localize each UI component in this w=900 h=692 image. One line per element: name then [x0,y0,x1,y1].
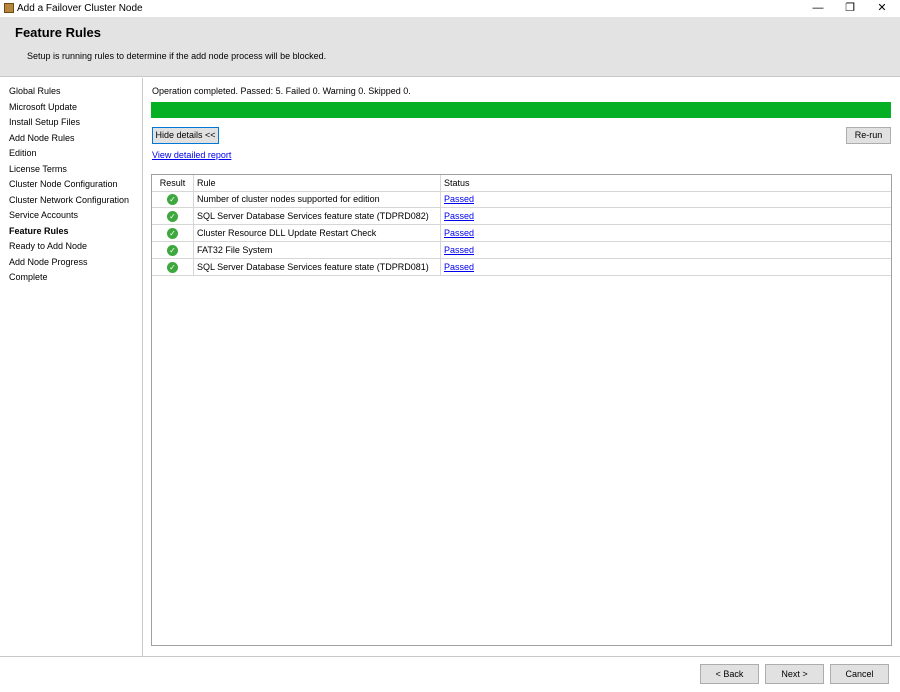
minimize-button[interactable]: — [803,0,833,17]
nav-item-install-setup-files[interactable]: Install Setup Files [9,117,80,127]
nav-item-cluster-node-configuration[interactable]: Cluster Node Configuration [9,179,118,189]
operation-status: Operation completed. Passed: 5. Failed 0… [152,86,411,96]
result-cell: ✓ [152,259,194,276]
status-cell: Passed [441,242,891,259]
status-link[interactable]: Passed [444,211,474,221]
result-cell: ✓ [152,191,194,208]
nav-item-service-accounts[interactable]: Service Accounts [9,210,78,220]
wizard-steps-nav: Global Rules Microsoft Update Install Setu… [0,78,143,656]
title-bar: Add a Failover Cluster Node — ❐ ✕ [0,0,900,17]
status-cell: Passed [441,191,891,208]
footer-divider [0,656,900,657]
table-row[interactable]: ✓ Number of cluster nodes supported for … [152,191,891,208]
nav-item-cluster-network-configuration[interactable]: Cluster Network Configuration [9,195,129,205]
app-icon [4,3,14,13]
next-button[interactable]: Next > [765,664,824,684]
status-link[interactable]: Passed [444,262,474,272]
check-circle-icon: ✓ [167,245,178,256]
table-row[interactable]: ✓ SQL Server Database Services feature s… [152,208,891,225]
view-detailed-report-link[interactable]: View detailed report [152,150,231,160]
check-circle-icon: ✓ [167,262,178,273]
progress-fill [151,102,891,118]
nav-item-complete[interactable]: Complete [9,272,48,282]
status-cell: Passed [441,208,891,225]
page-subtitle: Setup is running rules to determine if t… [27,51,327,61]
nav-item-add-node-rules[interactable]: Add Node Rules [9,133,75,143]
status-cell: Passed [441,259,891,276]
table-row[interactable]: ✓ SQL Server Database Services feature s… [152,259,891,276]
check-circle-icon: ✓ [167,211,178,222]
column-header-status[interactable]: Status [441,175,891,192]
status-link[interactable]: Passed [444,194,474,204]
rule-cell: SQL Server Database Services feature sta… [194,259,441,276]
nav-item-add-node-progress[interactable]: Add Node Progress [9,257,88,267]
page-title: Feature Rules [15,25,101,40]
rerun-button[interactable]: Re-run [846,127,891,144]
result-cell: ✓ [152,242,194,259]
rule-cell: Number of cluster nodes supported for ed… [194,191,441,208]
restore-button[interactable]: ❐ [835,0,865,17]
result-cell: ✓ [152,225,194,242]
window-title: Add a Failover Cluster Node [17,3,143,14]
nav-item-license-terms[interactable]: License Terms [9,164,67,174]
page-header: Feature Rules Setup is running rules to … [0,17,900,77]
status-link[interactable]: Passed [444,245,474,255]
nav-item-microsoft-update[interactable]: Microsoft Update [9,102,77,112]
table-row[interactable]: ✓ Cluster Resource DLL Update Restart Ch… [152,225,891,242]
table-header: Result Rule Status [152,175,891,192]
rule-cell: SQL Server Database Services feature sta… [194,208,441,225]
nav-item-feature-rules[interactable]: Feature Rules [9,226,69,236]
check-circle-icon: ✓ [167,194,178,205]
rules-table: Result Rule Status ✓ Number of cluster n… [151,174,892,646]
rule-cell: FAT32 File System [194,242,441,259]
check-circle-icon: ✓ [167,228,178,239]
nav-item-ready-to-add-node[interactable]: Ready to Add Node [9,241,87,251]
status-link[interactable]: Passed [444,228,474,238]
column-header-result[interactable]: Result [152,175,194,192]
nav-item-global-rules[interactable]: Global Rules [9,86,61,96]
status-cell: Passed [441,225,891,242]
result-cell: ✓ [152,208,194,225]
table-row[interactable]: ✓ FAT32 File System Passed [152,242,891,259]
close-button[interactable]: ✕ [867,0,897,17]
rule-cell: Cluster Resource DLL Update Restart Chec… [194,225,441,242]
nav-item-edition[interactable]: Edition [9,148,37,158]
back-button[interactable]: < Back [700,664,759,684]
progress-bar [151,102,891,118]
cancel-button[interactable]: Cancel [830,664,889,684]
hide-details-button[interactable]: Hide details << [152,127,219,144]
column-header-rule[interactable]: Rule [194,175,441,192]
